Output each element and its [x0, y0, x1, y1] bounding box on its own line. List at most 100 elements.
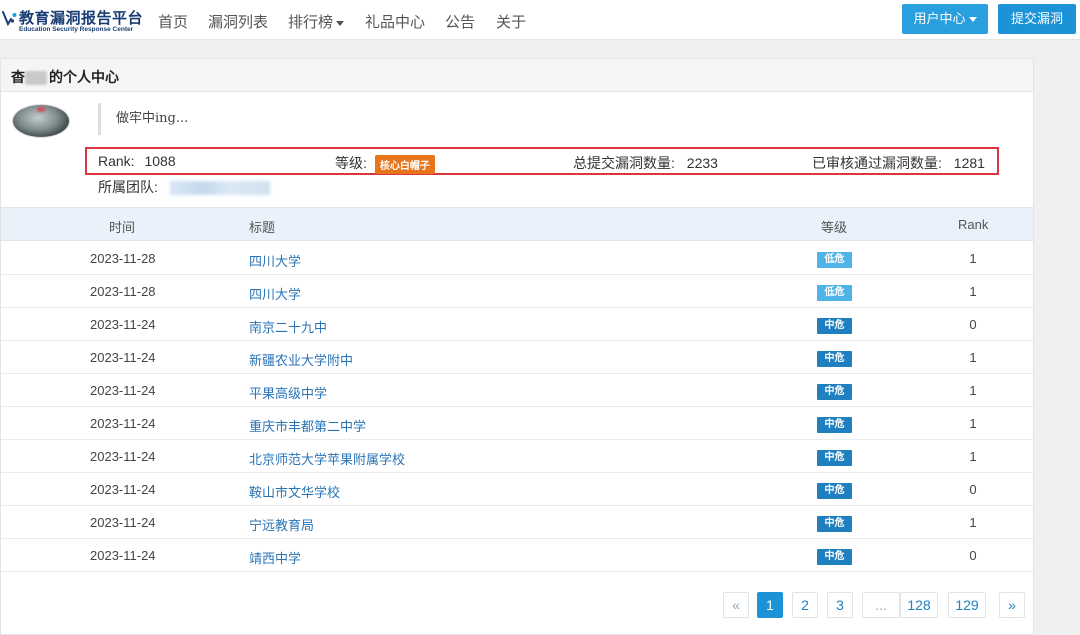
table-header: 时间 标题 等级 Rank: [1, 207, 1033, 241]
row-level: 中危: [817, 547, 852, 565]
caret-down-icon: [968, 17, 977, 23]
row-level: 中危: [817, 448, 852, 466]
severity-badge: 中危: [817, 483, 852, 499]
title-prefix: 杳: [11, 69, 25, 85]
row-title-link[interactable]: 平果高级中学: [249, 383, 327, 402]
row-title-link[interactable]: 南京二十九中: [249, 317, 327, 336]
row-date: 2023-11-24: [90, 482, 156, 497]
page-ellipsis: ...: [862, 592, 900, 618]
avatar: [12, 104, 70, 138]
approved-value: 1281: [953, 155, 985, 171]
user-motto: 做牢中ing...: [98, 103, 398, 135]
severity-badge: 中危: [817, 516, 852, 532]
stats-highlight-box: Rank: 1088 等级: 核心白帽子 总提交漏洞数量: 2233 已审核通过漏…: [85, 147, 999, 175]
row-level: 中危: [817, 514, 852, 532]
row-date: 2023-11-24: [90, 317, 156, 332]
top-navbar: 教育漏洞报告平台 Education Security Response Cen…: [0, 0, 1080, 40]
row-title-link[interactable]: 四川大学: [249, 251, 301, 270]
table-row: 2023-11-28 四川大学 低危 1: [1, 242, 1033, 275]
nav-gift-center[interactable]: 礼品中心: [365, 11, 425, 32]
nav-vuln-list[interactable]: 漏洞列表: [208, 11, 268, 32]
title-suffix: 的个人中心: [49, 69, 119, 85]
row-rank: 1: [969, 449, 977, 464]
header-time: 时间: [109, 220, 136, 235]
row-date: 2023-11-24: [90, 350, 156, 365]
table-row: 2023-11-28 四川大学 低危 1: [1, 275, 1033, 308]
nav-about[interactable]: 关于: [496, 11, 526, 32]
rank-label: Rank:: [98, 153, 135, 169]
severity-badge: 中危: [817, 450, 852, 466]
row-level: 中危: [817, 481, 852, 499]
row-rank: 1: [969, 350, 977, 365]
brand-subtitle: Education Security Response Center: [19, 26, 134, 33]
row-level: 中危: [817, 415, 852, 433]
page-3-button[interactable]: 3: [827, 592, 853, 618]
row-date: 2023-11-24: [90, 449, 156, 464]
row-rank: 1: [969, 416, 977, 431]
row-rank: 1: [969, 515, 977, 530]
user-center-label: 用户中心: [913, 11, 966, 26]
table-row: 2023-11-24 平果高级中学 中危 1: [1, 374, 1033, 407]
prev-page-button[interactable]: «: [723, 592, 749, 618]
shield-wave-logo-icon: [2, 11, 17, 27]
header-level: 等级: [821, 220, 848, 235]
row-level: 中危: [817, 316, 852, 334]
row-title-link[interactable]: 四川大学: [249, 284, 301, 303]
row-rank: 1: [969, 284, 977, 299]
panel-header: 杳 的个人中心: [1, 59, 1033, 92]
row-level: 中危: [817, 382, 852, 400]
page-129-button[interactable]: 129: [948, 592, 986, 618]
row-title-link[interactable]: 新疆农业大学附中: [249, 350, 353, 369]
severity-badge: 中危: [817, 384, 852, 400]
nav-ranking[interactable]: 排行榜: [288, 11, 345, 32]
page-128-button[interactable]: 128: [900, 592, 938, 618]
approved-label: 已审核通过漏洞数量:: [812, 155, 942, 171]
page-2-button[interactable]: 2: [792, 592, 818, 618]
row-title-link[interactable]: 鞍山市文华学校: [249, 482, 340, 501]
table-row: 2023-11-24 宁远教育局 中危 1: [1, 506, 1033, 539]
severity-badge: 低危: [817, 252, 852, 268]
severity-badge: 中危: [817, 549, 852, 565]
rank-value: 1088: [144, 153, 176, 169]
table-row: 2023-11-24 北京师范大学苹果附属学校 中危 1: [1, 440, 1033, 473]
level-label: 等级:: [335, 155, 367, 171]
submit-vuln-button[interactable]: 提交漏洞: [998, 4, 1076, 34]
profile-panel: 杳 的个人中心 做牢中ing... Rank: 1088 等级: 核心白帽子 总提交…: [0, 58, 1034, 635]
row-date: 2023-11-24: [90, 383, 156, 398]
row-level: 低危: [817, 283, 852, 301]
severity-badge: 中危: [817, 318, 852, 334]
row-title-link[interactable]: 重庆市丰都第二中学: [249, 416, 366, 435]
severity-badge: 中危: [817, 417, 852, 433]
table-row: 2023-11-24 靖西中学 中危 0: [1, 539, 1033, 572]
row-rank: 0: [969, 548, 977, 563]
page-1-button[interactable]: 1: [757, 592, 783, 618]
table-row: 2023-11-24 重庆市丰都第二中学 中危 1: [1, 407, 1033, 440]
row-rank: 0: [969, 482, 977, 497]
redacted-username: [25, 71, 47, 86]
row-title-link[interactable]: 北京师范大学苹果附属学校: [249, 449, 405, 468]
table-row: 2023-11-24 新疆农业大学附中 中危 1: [1, 341, 1033, 374]
submitted-label: 总提交漏洞数量:: [573, 155, 675, 171]
row-rank: 1: [969, 383, 977, 398]
nav-home[interactable]: 首页: [158, 11, 188, 32]
row-title-link[interactable]: 宁远教育局: [249, 515, 314, 534]
nav-ranking-label: 排行榜: [288, 14, 334, 31]
row-date: 2023-11-24: [90, 548, 156, 563]
header-rank: Rank: [958, 217, 989, 232]
table-row: 2023-11-24 鞍山市文华学校 中危 0: [1, 473, 1033, 506]
severity-badge: 中危: [817, 351, 852, 367]
level-badge: 核心白帽子: [374, 154, 435, 174]
next-page-button[interactable]: »: [999, 592, 1025, 618]
row-date: 2023-11-28: [90, 284, 156, 299]
team-label: 所属团队:: [98, 179, 158, 195]
row-level: 中危: [817, 349, 852, 367]
row-date: 2023-11-24: [90, 515, 156, 530]
row-title-link[interactable]: 靖西中学: [249, 548, 301, 567]
brand-title: 教育漏洞报告平台: [19, 10, 144, 27]
submitted-stat: 总提交漏洞数量: 2233: [573, 153, 718, 173]
redacted-team-name: [169, 181, 270, 196]
row-rank: 1: [969, 251, 977, 266]
team-info: 所属团队:: [98, 177, 270, 197]
nav-announcements[interactable]: 公告: [445, 11, 475, 32]
user-center-button[interactable]: 用户中心: [902, 4, 988, 34]
